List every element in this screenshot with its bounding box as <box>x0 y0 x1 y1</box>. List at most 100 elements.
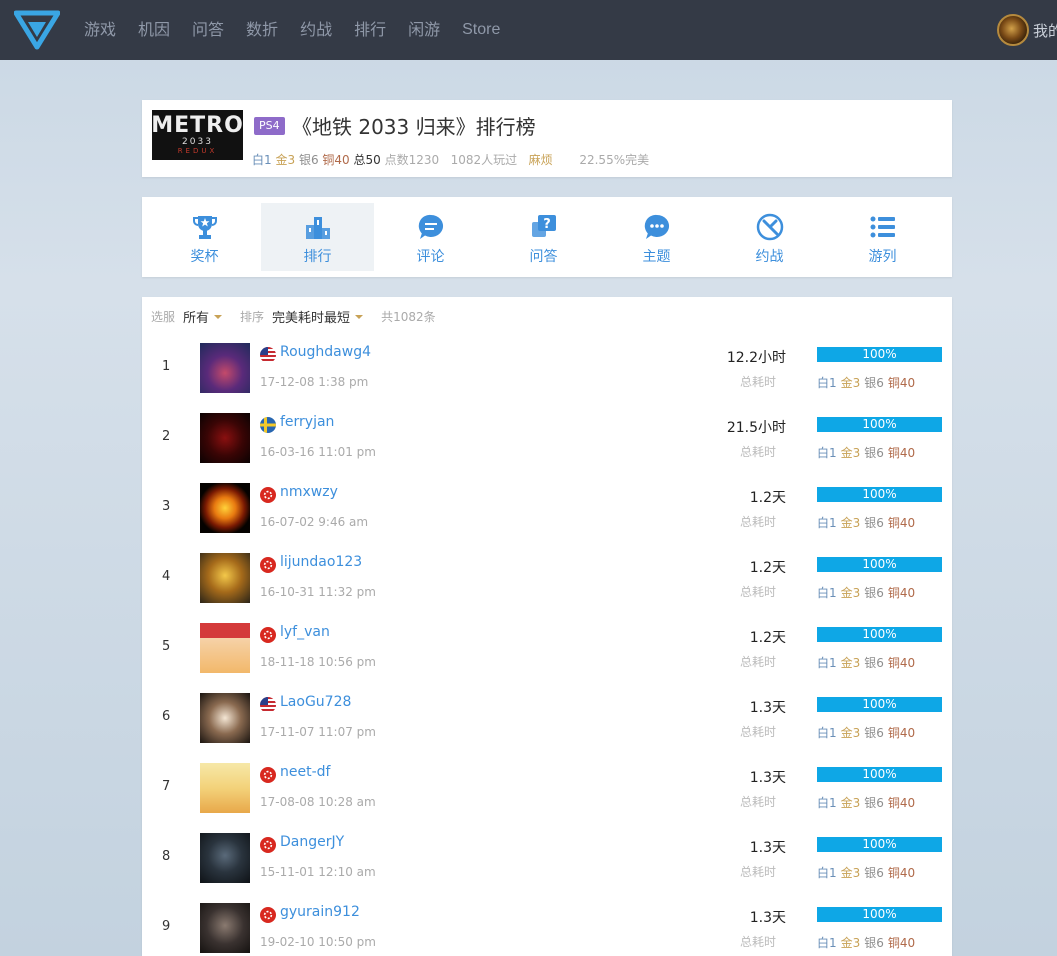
trophy-silver: 银6 <box>864 516 884 530</box>
player-avatar[interactable] <box>200 413 250 463</box>
tab-topics[interactable]: 主题 <box>600 203 713 271</box>
trophy-gold: 金3 <box>840 656 861 670</box>
total-time-label: 总耗时 <box>739 935 776 949</box>
site-logo-icon[interactable] <box>14 10 60 50</box>
player-name-link[interactable]: neet-df <box>280 764 330 780</box>
trophy-silver: 银6 <box>864 796 884 810</box>
trophy-gold: 金3 <box>840 796 861 810</box>
server-filter-label: 选服 <box>151 310 176 324</box>
trophy-silver: 银6 <box>864 376 884 390</box>
tab-gamelist[interactable]: 游列 <box>826 203 939 271</box>
completion-progress-bar: 100% <box>817 767 942 782</box>
trophy-bronze: 铜40 <box>887 866 916 880</box>
tab-comments[interactable]: 评论 <box>374 203 487 271</box>
user-avatar[interactable] <box>997 14 1029 46</box>
tab-battle[interactable]: 约战 <box>713 203 826 271</box>
server-filter-dropdown[interactable]: 所有 <box>183 307 223 326</box>
player-avatar[interactable] <box>200 833 250 883</box>
player-avatar[interactable] <box>200 903 250 953</box>
completion-progress-bar: 100% <box>817 557 942 572</box>
total-time-label: 总耗时 <box>739 375 776 389</box>
topic-icon <box>644 214 669 239</box>
tab-ranking[interactable]: 排行 <box>261 203 374 271</box>
total-time-label: 总耗时 <box>739 865 776 879</box>
filter-bar: 选服 所有 排序 完美耗时最短 共1082条 <box>151 307 436 326</box>
nav-item-games[interactable]: 游戏 <box>84 0 116 60</box>
trophy-gold: 金3 <box>840 586 861 600</box>
page-title: 《地铁 2033 归来》排行榜 <box>292 115 536 139</box>
country-flag-icon <box>260 767 276 783</box>
table-row: 1 Roughdawg4 17-12-08 1:38 pm 12.2小时 总耗时… <box>142 339 952 409</box>
trophy-counts: 白1 金3 银6 铜40 <box>817 514 915 531</box>
player-avatar[interactable] <box>200 693 250 743</box>
stat-players: 1082人玩过 <box>450 153 518 167</box>
podium-icon <box>305 217 330 239</box>
progress-text: 100% <box>862 557 897 571</box>
progress-text: 100% <box>862 417 897 431</box>
total-time-value: 1.3天 <box>749 770 786 786</box>
player-name-link[interactable]: Roughdawg4 <box>280 344 371 360</box>
trophy-counts: 白1 金3 银6 铜40 <box>817 724 915 741</box>
trophy-gold: 金3 <box>840 726 861 740</box>
comment-icon <box>418 214 443 239</box>
total-time-value: 1.3天 <box>749 700 786 716</box>
cover-edition: REDUX <box>177 147 218 155</box>
player-name-link[interactable]: DangerJY <box>280 834 344 850</box>
country-flag-icon <box>260 837 276 853</box>
trophy-icon <box>192 216 217 239</box>
nav-item-jiyin[interactable]: 机因 <box>138 0 170 60</box>
player-avatar[interactable] <box>200 483 250 533</box>
rank-number: 9 <box>162 919 171 934</box>
rank-number: 3 <box>162 499 171 514</box>
table-row: 6 LaoGu728 17-11-07 11:07 pm 1.3天 总耗时 10… <box>142 689 952 759</box>
question-icon: ? <box>531 215 556 237</box>
completion-progress-bar: 100% <box>817 417 942 432</box>
nav-item-qa[interactable]: 问答 <box>192 0 224 60</box>
completion-date: 19-02-10 10:50 pm <box>260 935 376 949</box>
completion-progress-bar: 100% <box>817 837 942 852</box>
player-avatar[interactable] <box>200 343 250 393</box>
player-avatar[interactable] <box>200 623 250 673</box>
cover-subtitle: 2033 <box>182 137 213 147</box>
completion-date: 16-10-31 11:32 pm <box>260 585 376 599</box>
trophy-silver: 银6 <box>864 446 884 460</box>
stat-silver: 银6 <box>298 153 319 167</box>
player-name-link[interactable]: ferryjan <box>280 414 334 430</box>
player-name-link[interactable]: lijundao123 <box>280 554 362 570</box>
user-menu[interactable]: 我的 <box>997 14 1057 46</box>
completion-progress-bar: 100% <box>817 347 942 362</box>
total-time-label: 总耗时 <box>739 445 776 459</box>
tab-ranking-label: 排行 <box>303 249 332 265</box>
user-menu-label[interactable]: 我的 <box>1033 20 1057 41</box>
tab-trophies[interactable]: 奖杯 <box>148 203 261 271</box>
completion-date: 17-11-07 11:07 pm <box>260 725 376 739</box>
sort-dropdown[interactable]: 完美耗时最短 <box>272 307 364 326</box>
nav-item-xianyou[interactable]: 闲游 <box>408 0 440 60</box>
completion-progress-bar: 100% <box>817 907 942 922</box>
nav-item-battle[interactable]: 约战 <box>300 0 332 60</box>
total-time-value: 12.2小时 <box>726 350 786 366</box>
player-name-link[interactable]: lyf_van <box>280 624 330 640</box>
nav-item-ranking[interactable]: 排行 <box>354 0 386 60</box>
tab-qa[interactable]: ? 问答 <box>487 203 600 271</box>
tab-comments-label: 评论 <box>416 249 445 265</box>
game-cover[interactable]: METRO 2033 REDUX <box>151 110 243 160</box>
nav-item-discount[interactable]: 数折 <box>246 0 278 60</box>
progress-text: 100% <box>862 907 897 921</box>
server-filter-value: 所有 <box>183 311 210 326</box>
country-flag-icon <box>260 487 276 503</box>
nav-item-store[interactable]: Store <box>462 0 500 60</box>
trophy-platinum: 白1 <box>817 446 837 460</box>
player-avatar[interactable] <box>200 763 250 813</box>
tab-gamelist-label: 游列 <box>868 249 897 265</box>
player-avatar[interactable] <box>200 553 250 603</box>
player-name-link[interactable]: gyurain912 <box>280 904 360 920</box>
completion-date: 16-03-16 11:01 pm <box>260 445 376 459</box>
caret-down-icon <box>355 314 364 319</box>
player-name-link[interactable]: LaoGu728 <box>280 694 351 710</box>
total-time-label: 总耗时 <box>739 585 776 599</box>
player-name-link[interactable]: nmxwzy <box>280 484 338 500</box>
rank-number: 1 <box>162 359 171 374</box>
trophy-platinum: 白1 <box>817 866 837 880</box>
trophy-counts: 白1 金3 银6 铜40 <box>817 374 915 391</box>
